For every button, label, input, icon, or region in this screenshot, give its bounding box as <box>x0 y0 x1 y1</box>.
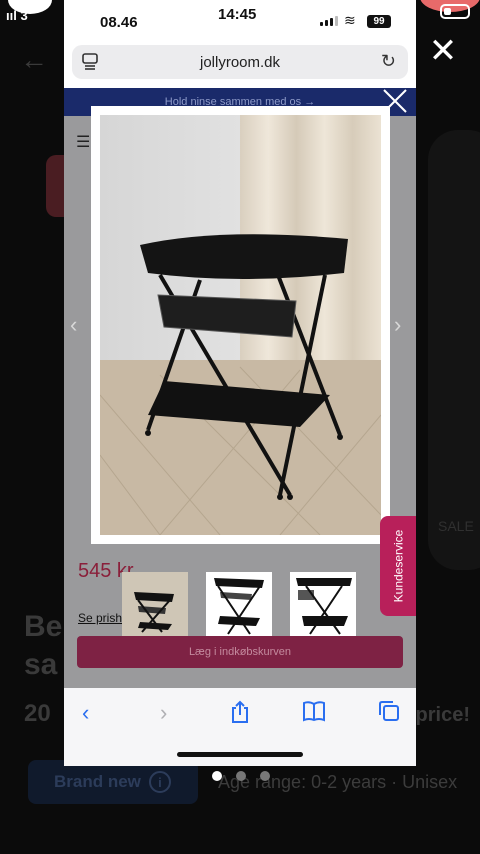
changing-table-image <box>100 115 381 535</box>
thumbnail-strip <box>122 572 362 638</box>
battery-level: 99 <box>367 15 391 28</box>
phone-status-bar: 08.46 14:45 ≋ 99 <box>64 0 416 40</box>
thumbnail-1[interactable] <box>122 572 188 638</box>
web-page: Hold ninse sammen med os → ☰ ‹ › 545 kr … <box>64 88 416 688</box>
tabs-icon[interactable] <box>378 700 400 722</box>
wifi-icon: ≋ <box>344 12 356 28</box>
pager-dot[interactable] <box>236 771 246 781</box>
menu-icon[interactable]: ☰ <box>76 132 90 152</box>
bookmarks-icon[interactable] <box>302 700 326 722</box>
customer-service-label: Kundeservice <box>391 529 405 603</box>
close-viewer-button[interactable]: ✕ <box>426 34 460 68</box>
pager-dot[interactable] <box>260 771 270 781</box>
reload-icon[interactable]: ↻ <box>381 51 396 72</box>
battery-icon <box>440 4 470 19</box>
share-icon[interactable] <box>230 700 250 724</box>
forward-icon[interactable]: › <box>160 700 167 726</box>
phone-screenshot: 08.46 14:45 ≋ 99 jollyroom.dk ↻ Hold nin… <box>64 0 416 766</box>
brand-label: Brand new <box>54 772 141 791</box>
add-to-cart-button[interactable]: Læg i indkøbskurven <box>77 636 403 668</box>
home-indicator <box>177 752 303 757</box>
background-sale-label: SALE <box>438 518 474 534</box>
customer-service-tab[interactable]: Kundeservice <box>380 516 416 616</box>
thumbnail-3[interactable] <box>290 572 356 638</box>
back-icon[interactable]: ‹ <box>82 700 89 726</box>
url-domain[interactable]: jollyroom.dk <box>72 54 408 71</box>
info-icon: i <box>148 771 171 793</box>
status-time-center: 14:45 <box>218 6 257 23</box>
background-card <box>428 130 480 570</box>
background-price-tag: price! <box>415 704 470 726</box>
back-arrow-icon: ← <box>20 44 48 75</box>
background-brand-chip: Brand new i <box>28 760 198 804</box>
product-photo <box>100 115 381 535</box>
next-image-icon[interactable]: › <box>394 312 401 338</box>
lightbox <box>91 106 390 544</box>
cellular-signal-icon <box>320 16 338 26</box>
previous-image-icon[interactable]: ‹ <box>70 312 77 338</box>
status-time-left: 08.46 <box>100 14 138 31</box>
thumbnail-2[interactable] <box>206 572 272 638</box>
background-price: 20 <box>24 700 51 727</box>
image-pager <box>212 771 270 781</box>
address-bar[interactable]: jollyroom.dk ↻ <box>72 45 408 79</box>
screen: ← SALE Be sa 20 price! Brand new i Age r… <box>0 0 480 854</box>
pager-dot[interactable] <box>212 771 222 781</box>
